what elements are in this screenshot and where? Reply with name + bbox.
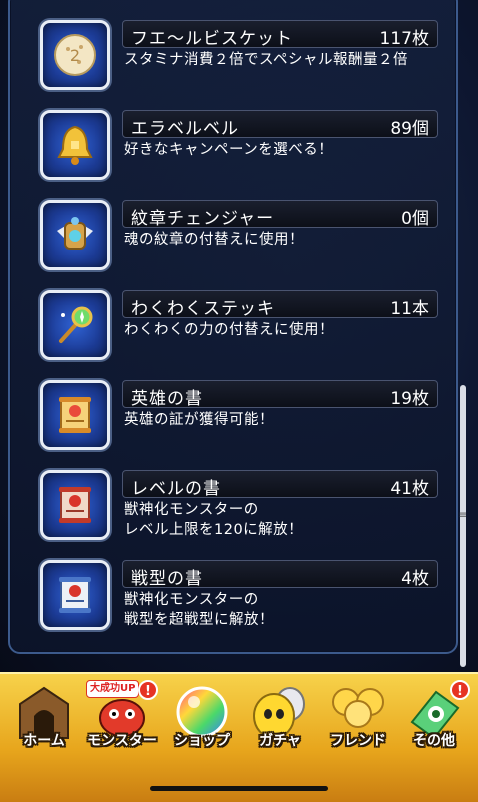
scroll-grip-icon[interactable]: ≡ <box>458 511 468 538</box>
magic-wand-icon <box>40 290 110 360</box>
list-item[interactable]: 紋章チェンジャー 0個 魂の紋章の付替えに使用！ <box>40 200 440 276</box>
tab-monster[interactable]: 大成功UP ! モンスター <box>78 680 166 762</box>
hero-scroll-icon <box>40 380 110 450</box>
item-name: わくわくステッキ <box>131 299 275 319</box>
list-item[interactable]: 戦型の書 4枚 獣神化モンスターの 戦型を超戦型に解放！ <box>40 560 440 636</box>
bell-icon <box>40 110 110 180</box>
tab-label: ホーム <box>23 733 65 749</box>
item-name: 戦型の書 <box>131 569 203 589</box>
alert-badge: ! <box>138 680 158 700</box>
tab-home[interactable]: ホーム <box>0 682 88 762</box>
item-list-panel[interactable]: 2 フエ〜ルビスケット 117枚 スタミナ消費２倍でスペシャル報酬量２倍 エラベ… <box>8 0 458 654</box>
item-description-line: 好きなキャンペーンを選べる！ <box>124 142 334 158</box>
battle-type-scroll-icon <box>40 560 110 630</box>
tab-label: ショップ <box>174 733 230 749</box>
tab-friend[interactable]: フレンド <box>314 682 402 762</box>
crest-changer-icon <box>40 200 110 270</box>
item-count: 0個 <box>401 209 429 229</box>
tab-label: モンスター <box>87 733 157 749</box>
list-item[interactable]: わくわくステッキ 11本 わくわくの力の付替えに使用！ <box>40 290 440 366</box>
item-name: エラベルベル <box>131 119 239 139</box>
item-count: 19枚 <box>390 389 429 409</box>
item-description: 獣神化モンスターの 戦型を超戦型に解放！ <box>124 590 444 630</box>
tab-other[interactable]: ! その他 <box>390 680 478 762</box>
item-name-bar: エラベルベル 89個 <box>122 110 438 139</box>
item-name: フエ〜ルビスケット <box>131 29 293 49</box>
item-name-bar: フエ〜ルビスケット 117枚 <box>122 20 438 49</box>
item-description: 英雄の証が獲得可能！ <box>124 410 444 430</box>
item-name: レベルの書 <box>131 479 221 499</box>
promo-badge: 大成功UP <box>86 680 140 698</box>
item-description-line: 魂の紋章の付替えに使用！ <box>124 232 304 248</box>
item-name-bar: わくわくステッキ 11本 <box>122 290 438 319</box>
biscuit-icon: 2 <box>40 20 110 90</box>
item-description: わくわくの力の付替えに使用！ <box>124 320 444 340</box>
item-description: 好きなキャンペーンを選べる！ <box>124 140 444 160</box>
list-item[interactable]: 英雄の書 19枚 英雄の証が獲得可能！ <box>40 380 440 456</box>
tab-label: フレンド <box>330 733 386 749</box>
bottom-tab-bar: ホーム 大成功UP ! モンスター ショップ ガチャ フレンド ! その他 <box>0 672 478 802</box>
item-name: 紋章チェンジャー <box>131 209 275 229</box>
item-description: 獣神化モンスターの レベル上限を120に解放！ <box>124 500 444 540</box>
level-scroll-icon <box>40 470 110 540</box>
item-description-line: 英雄の証が獲得可能！ <box>124 412 274 428</box>
item-description-line: 獣神化モンスターの <box>124 502 259 518</box>
item-name-bar: 紋章チェンジャー 0個 <box>122 200 438 229</box>
item-description-line: 獣神化モンスターの <box>124 592 259 608</box>
tab-gacha[interactable]: ガチャ <box>236 682 324 762</box>
item-count: 11本 <box>390 299 429 319</box>
item-description-line: 戦型を超戦型に解放！ <box>124 612 274 628</box>
item-count: 89個 <box>390 119 429 139</box>
tab-label: ガチャ <box>259 733 301 749</box>
item-description: スタミナ消費２倍でスペシャル報酬量２倍 <box>124 50 444 70</box>
item-count: 41枚 <box>390 479 429 499</box>
list-item[interactable]: エラベルベル 89個 好きなキャンペーンを選べる！ <box>40 110 440 186</box>
item-name-bar: レベルの書 41枚 <box>122 470 438 499</box>
item-name-bar: 戦型の書 4枚 <box>122 560 438 589</box>
item-description-line: スタミナ消費２倍でスペシャル報酬量２倍 <box>124 52 408 68</box>
item-description-line: レベル上限を120に解放！ <box>124 522 304 538</box>
item-name: 英雄の書 <box>131 389 203 409</box>
tab-label: その他 <box>413 733 455 749</box>
tab-shop[interactable]: ショップ <box>158 682 246 762</box>
item-name-bar: 英雄の書 19枚 <box>122 380 438 409</box>
list-item[interactable]: 2 フエ〜ルビスケット 117枚 スタミナ消費２倍でスペシャル報酬量２倍 <box>40 20 440 96</box>
item-count: 117枚 <box>379 29 429 49</box>
item-description-line: わくわくの力の付替えに使用！ <box>124 322 334 338</box>
list-item[interactable]: レベルの書 41枚 獣神化モンスターの レベル上限を120に解放！ <box>40 470 440 546</box>
item-count: 4枚 <box>401 569 429 589</box>
home-indicator[interactable] <box>150 786 328 791</box>
svg-text:2: 2 <box>70 46 80 65</box>
alert-badge: ! <box>450 680 470 700</box>
item-description: 魂の紋章の付替えに使用！ <box>124 230 444 250</box>
